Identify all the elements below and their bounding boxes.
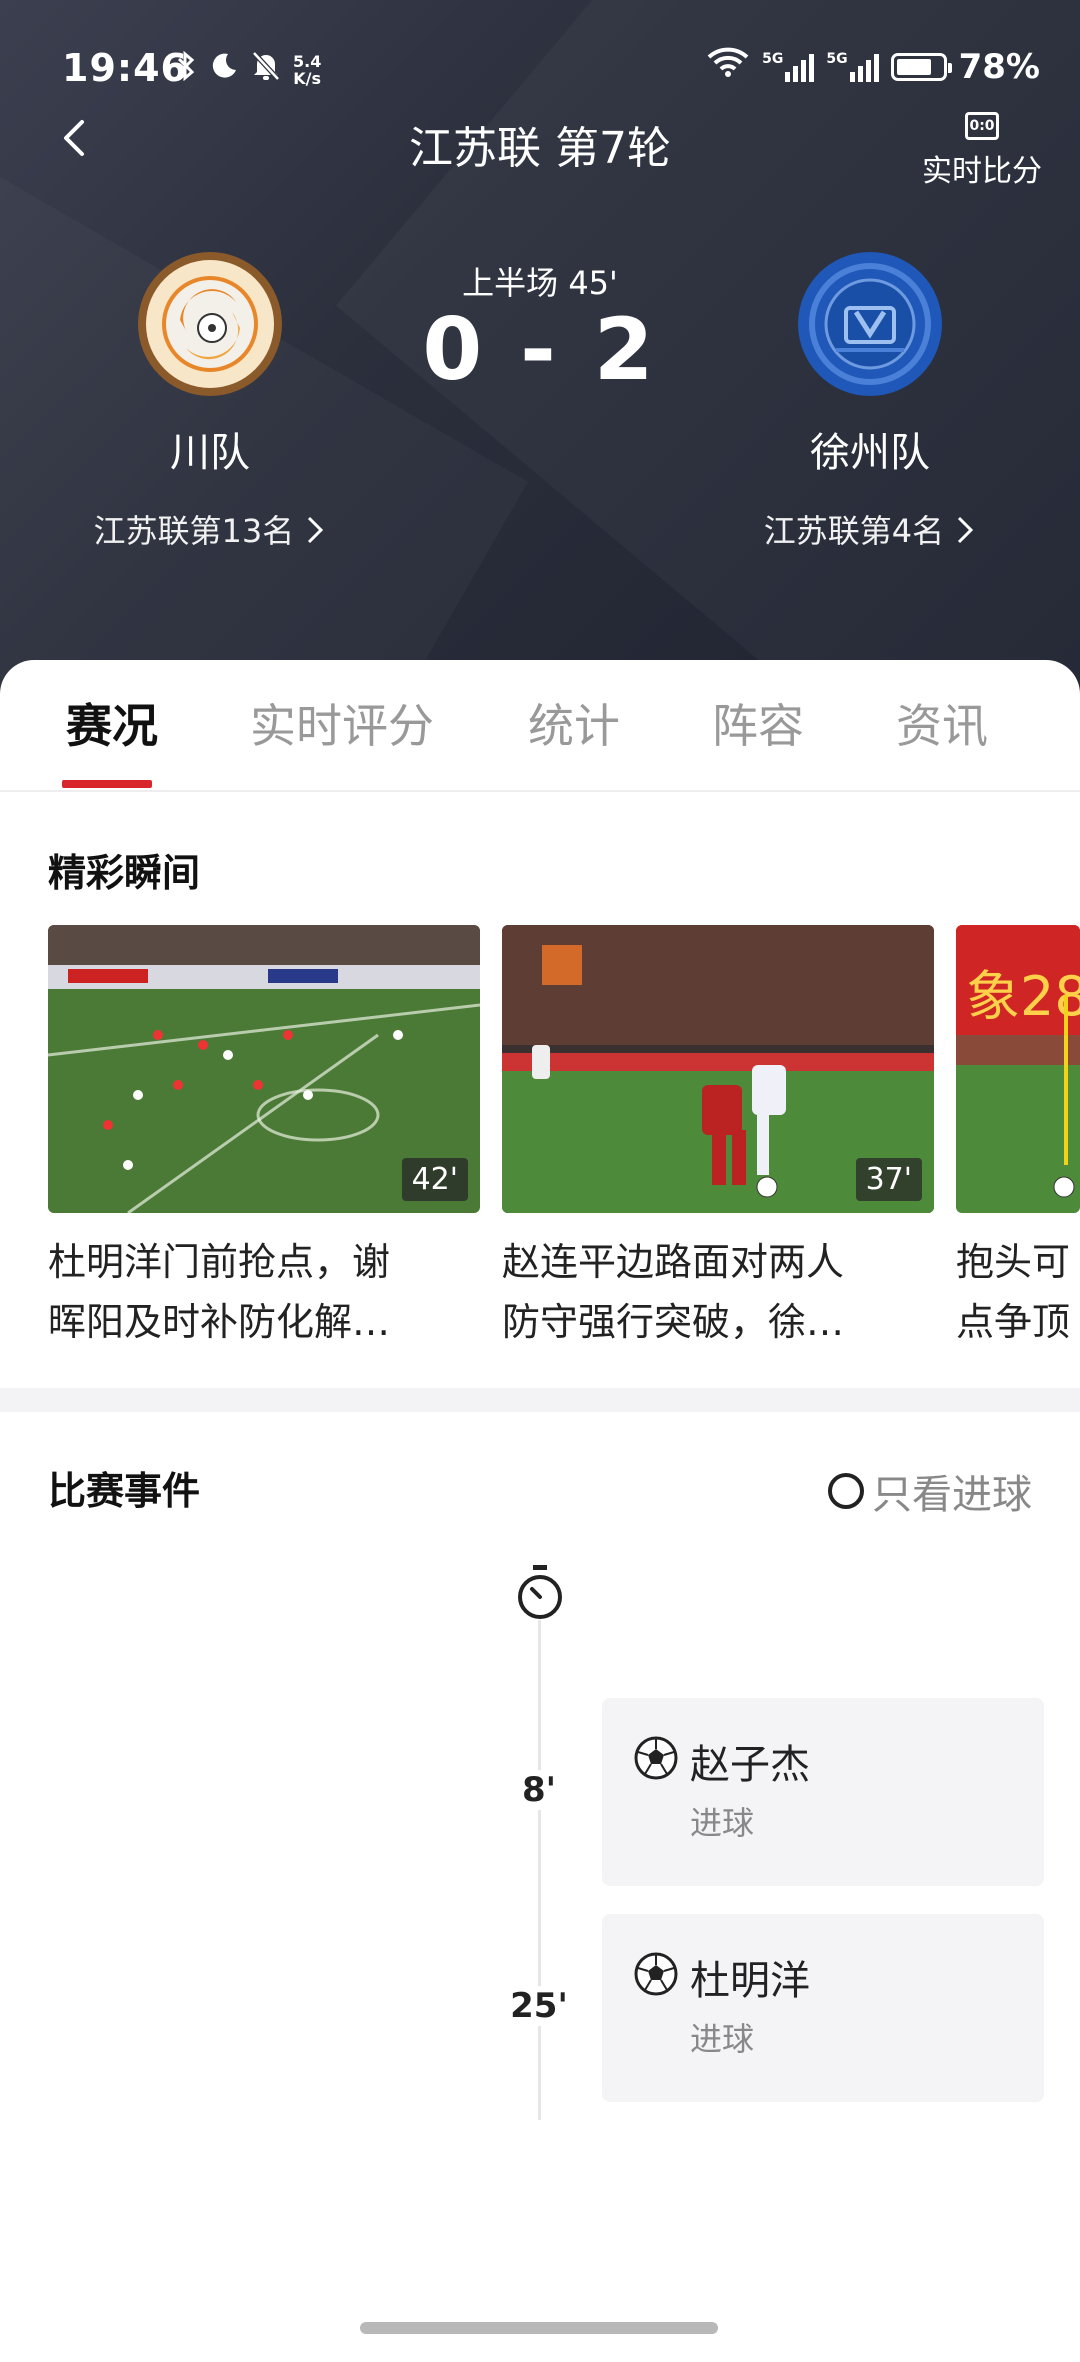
tab-news[interactable]: 资讯 [896, 690, 988, 756]
tab-stats[interactable]: 统计 [528, 690, 620, 756]
soccer-ball-icon [634, 1736, 678, 1780]
network-type-label: 5G [762, 50, 784, 67]
moon-icon [209, 51, 239, 89]
away-team[interactable]: 徐州队 江苏联第4名 [720, 250, 1020, 552]
home-team-rank-label: 江苏联第13名 [93, 512, 295, 550]
away-team-name: 徐州队 [810, 430, 930, 476]
divider [0, 790, 1080, 792]
clip-caption-line: 晖阳及时补防化解… [48, 1300, 391, 1344]
chevron-right-icon [954, 512, 976, 550]
event-card[interactable]: 赵子杰 进球 [602, 1698, 1044, 1886]
active-tab-indicator [62, 780, 152, 788]
clip-minute-badge: 37' [855, 1158, 922, 1201]
network-type-label: 5G [826, 50, 848, 67]
live-score-label: 实时比分 [922, 154, 1042, 189]
network-speed: 5.4 K/s [293, 53, 321, 87]
clip-caption-line: 防守强行突破，徐… [502, 1300, 845, 1344]
cellular-signal-1: 5G [762, 50, 815, 82]
network-speed-value: 5.4 [293, 52, 322, 71]
only-goals-label: 只看进球 [872, 1472, 1032, 1518]
wifi-icon [706, 46, 750, 87]
clip-caption-line: 杜明洋门前抢点，谢 [48, 1240, 391, 1284]
clip-minute-badge: 42' [401, 1158, 468, 1201]
tab-live-ratings[interactable]: 实时评分 [250, 690, 434, 756]
clip-caption-line: 赵连平边路面对两人 [502, 1240, 845, 1284]
cellular-signal-2: 5G [826, 50, 879, 82]
battery-fill [896, 58, 931, 75]
battery-icon [890, 52, 952, 81]
section-divider [0, 1388, 1080, 1412]
away-team-logo [796, 250, 944, 398]
event-minute: 25' [499, 1986, 579, 2026]
status-time: 19:46 [62, 46, 188, 90]
highlight-clip[interactable]: 37' [502, 925, 934, 1213]
away-team-rank-label: 江苏联第4名 [763, 512, 945, 550]
status-right: 5G 5G 78% [706, 46, 1040, 87]
highlight-clip[interactable]: 42' [48, 925, 480, 1213]
event-player-name: 杜明洋 [690, 1958, 810, 2004]
bluetooth-icon [175, 50, 197, 89]
clip-caption[interactable]: 赵连平边路面对两人 防守强行突破，徐… [502, 1232, 932, 1352]
home-indicator[interactable] [360, 2322, 718, 2334]
signal-bars-icon [785, 52, 815, 82]
stopwatch-icon [514, 1565, 566, 1621]
tab-match-overview[interactable]: 赛况 [66, 690, 158, 756]
soccer-ball-icon [634, 1952, 678, 1996]
event-card[interactable]: 杜明洋 进球 [602, 1914, 1044, 2102]
live-score-button[interactable]: 0:0 实时比分 [912, 112, 1052, 190]
clip-caption[interactable]: 杜明洋门前抢点，谢 晖阳及时补防化解… [48, 1232, 478, 1352]
only-goals-toggle[interactable]: 只看进球 [828, 1462, 1032, 1520]
battery-percent: 78% [958, 46, 1040, 87]
tab-bar: 赛况 实时评分 统计 阵容 资讯 [0, 690, 1080, 790]
status-icons: 5.4 K/s [175, 50, 321, 90]
ad-board-graphic: 象28 [966, 965, 1080, 1028]
mute-bell-icon [251, 50, 281, 90]
chevron-right-icon [304, 512, 326, 550]
radio-unchecked-icon [828, 1473, 864, 1509]
tab-lineup[interactable]: 阵容 [712, 690, 804, 756]
network-speed-unit: K/s [293, 69, 322, 88]
highlight-clip[interactable]: 象28 [956, 925, 1080, 1213]
home-team-rank[interactable]: 江苏联第13名 [60, 506, 360, 552]
clip-caption-line: 抱头可 [956, 1240, 1071, 1284]
event-type: 进球 [690, 2020, 755, 2058]
home-team-name: 川队 [170, 430, 250, 476]
signal-bars-icon [849, 52, 879, 82]
events-title: 比赛事件 [48, 1469, 201, 1513]
event-type: 进球 [690, 1804, 755, 1842]
highlights-title: 精彩瞬间 [48, 851, 201, 895]
event-minute: 8' [499, 1770, 579, 1810]
event-player-name: 赵子杰 [690, 1742, 810, 1788]
scoreboard-icon: 0:0 [965, 112, 999, 140]
video-thumbnail: 象28 [956, 925, 1080, 1213]
clip-caption[interactable]: 抱头可 点争顶 [956, 1232, 1080, 1352]
clip-caption-line: 点争顶 [956, 1300, 1071, 1344]
away-team-rank[interactable]: 江苏联第4名 [720, 506, 1020, 552]
timeline-line [538, 1620, 541, 2120]
